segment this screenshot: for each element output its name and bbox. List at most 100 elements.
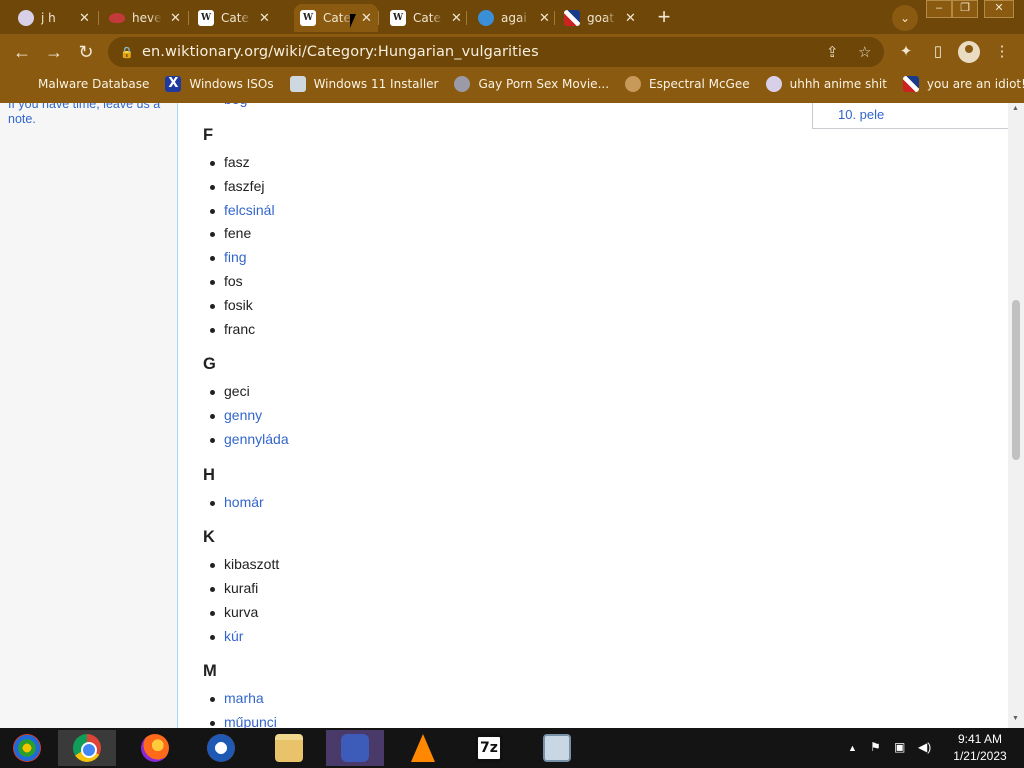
extensions-icon[interactable]: ✦ — [896, 42, 916, 62]
page-content: bog 10. pele F fasz faszfej felcsinál fe… — [177, 103, 1024, 728]
tab-separator — [378, 11, 379, 25]
bookmark-label: Espectral McGee — [649, 77, 750, 91]
wiki-icon: W — [390, 10, 406, 26]
clock-date[interactable]: 1/21/2023 — [946, 749, 1014, 763]
taskbar-chrome[interactable] — [58, 730, 116, 766]
list-item-link[interactable]: kúr — [209, 628, 243, 644]
taskbar-firefox[interactable] — [126, 730, 184, 766]
network-icon — [341, 734, 369, 762]
url-text[interactable]: en.wiktionary.org/wiki/Category:Hungaria… — [142, 44, 539, 60]
tab-7[interactable]: goat ✕ — [558, 4, 642, 32]
reload-button[interactable]: ↻ — [74, 40, 98, 64]
tab-title: Cate — [413, 11, 441, 25]
address-bar[interactable]: 🔒 en.wiktionary.org/wiki/Category:Hungar… — [108, 37, 884, 67]
close-icon[interactable]: ✕ — [361, 11, 372, 26]
tab-5[interactable]: W Cate ✕ — [384, 4, 468, 32]
bookmark-anime[interactable]: uhhh anime shit — [765, 76, 887, 92]
list-item-link[interactable]: homár — [210, 494, 264, 510]
wiki-icon: W — [198, 10, 214, 26]
telegram-icon — [478, 10, 494, 26]
bookmark-windows-isos[interactable]: X Windows ISOs — [165, 76, 274, 92]
scroll-up-arrow-icon[interactable]: ▲ — [1012, 105, 1019, 112]
tab-1[interactable]: j h ✕ — [12, 4, 96, 32]
taskbar-vlc[interactable] — [394, 730, 452, 766]
scrollbar-thumb[interactable] — [1012, 300, 1020, 460]
list-item: fos — [210, 273, 243, 289]
close-icon[interactable]: ✕ — [259, 11, 270, 26]
side-panel-icon[interactable]: ▯ — [928, 42, 948, 62]
clock-time[interactable]: 9:41 AM — [950, 732, 1010, 746]
table-of-contents-box: 10. pele — [812, 103, 1024, 129]
start-orb-icon — [13, 734, 41, 762]
section-letter: M — [203, 662, 217, 680]
close-icon[interactable]: ✕ — [451, 11, 462, 26]
forward-button[interactable]: → — [42, 40, 66, 64]
section-letter: H — [203, 466, 215, 484]
list-item-link[interactable]: genny — [209, 407, 262, 423]
tab-separator — [188, 11, 189, 25]
close-icon[interactable]: ✕ — [79, 11, 90, 26]
list-item: franc — [209, 321, 256, 337]
list-item-link[interactable]: felcsinál — [210, 202, 275, 218]
network-tray-icon[interactable]: ▣ — [894, 740, 905, 754]
tab-title: j h — [41, 11, 56, 25]
show-hidden-icons-icon[interactable]: ▲ — [848, 743, 857, 753]
firefox-icon — [141, 734, 169, 762]
bookmark-windows-11-installer[interactable]: Windows 11 Installer — [289, 76, 438, 92]
new-tab-button[interactable]: + — [652, 6, 676, 30]
bookmark-star-icon[interactable]: ☆ — [858, 43, 871, 61]
blank-icon — [14, 76, 30, 92]
list-item-link[interactable]: bog — [224, 103, 247, 107]
back-button[interactable]: ← — [10, 40, 34, 64]
wiki-icon: W — [300, 10, 316, 26]
tab-title: Cate — [221, 11, 249, 25]
close-icon[interactable]: ✕ — [170, 11, 181, 26]
bookmark-label: Malware Database — [38, 77, 150, 91]
taskbar-obama[interactable] — [192, 730, 250, 766]
bookmark-espectral-mcgee[interactable]: Espectral McGee — [625, 76, 750, 92]
taskbar-performance-monitor[interactable] — [528, 730, 586, 766]
list-item-link[interactable]: fing — [210, 249, 247, 265]
menu-kebab-icon[interactable]: ⋮ — [992, 42, 1012, 62]
vlc-icon — [411, 734, 435, 762]
action-center-flag-icon[interactable]: ⚑ — [870, 740, 881, 754]
list-item-link[interactable]: műpunci — [210, 714, 277, 728]
tab-separator — [98, 11, 99, 25]
list-item-link[interactable]: marha — [210, 690, 264, 706]
profile-avatar[interactable] — [958, 41, 980, 63]
scroll-down-arrow-icon[interactable]: ▼ — [1012, 715, 1019, 722]
section-letter: F — [203, 126, 214, 144]
toc-item-link[interactable]: 10. pele — [838, 107, 884, 122]
share-icon[interactable]: ⇪ — [826, 43, 839, 61]
tab-4-active[interactable]: W Cate ✕ — [294, 4, 378, 32]
restore-button[interactable]: ❐ — [952, 0, 978, 18]
taskbar-file-explorer[interactable] — [260, 730, 318, 766]
taskbar-network[interactable] — [326, 730, 384, 766]
face-icon — [625, 76, 642, 92]
volume-icon[interactable]: ◀) — [918, 740, 931, 754]
page-scrollbar[interactable]: ▲ ▼ — [1008, 103, 1024, 728]
list-item: geci — [210, 383, 250, 399]
bookmark-movie[interactable]: Gay Porn Sex Movie... — [454, 76, 609, 92]
list-item: kurva — [209, 604, 259, 620]
section-letter: K — [203, 528, 215, 546]
tab-2[interactable]: heve ✕ — [103, 4, 187, 32]
bookmark-you-are-an-idiot[interactable]: you are an idiot! — [902, 76, 1024, 92]
chrome-icon — [73, 734, 101, 762]
start-button[interactable] — [0, 730, 54, 766]
tab-search-button[interactable]: ⌄ — [892, 5, 918, 31]
minimize-button[interactable]: – — [926, 0, 952, 18]
close-icon[interactable]: ✕ — [625, 11, 636, 26]
taskbar-7zip[interactable]: 7z — [460, 730, 518, 766]
close-icon[interactable]: ✕ — [539, 11, 550, 26]
tab-6[interactable]: agai ✕ — [472, 4, 556, 32]
lock-icon[interactable]: 🔒 — [120, 46, 134, 59]
sidebar-feedback-link[interactable]: If you have time, leave us a note. — [8, 103, 173, 127]
list-item-link[interactable]: gennyláda — [210, 431, 289, 447]
list-item: fene — [209, 225, 252, 241]
bookmark-label: Gay Porn Sex Movie... — [478, 77, 610, 91]
close-window-button[interactable]: ✕ — [984, 0, 1014, 18]
bookmark-malware-database[interactable]: Malware Database — [14, 76, 149, 92]
list-item: kurafi — [209, 580, 259, 596]
tab-3[interactable]: W Cate ✕ — [192, 4, 276, 32]
